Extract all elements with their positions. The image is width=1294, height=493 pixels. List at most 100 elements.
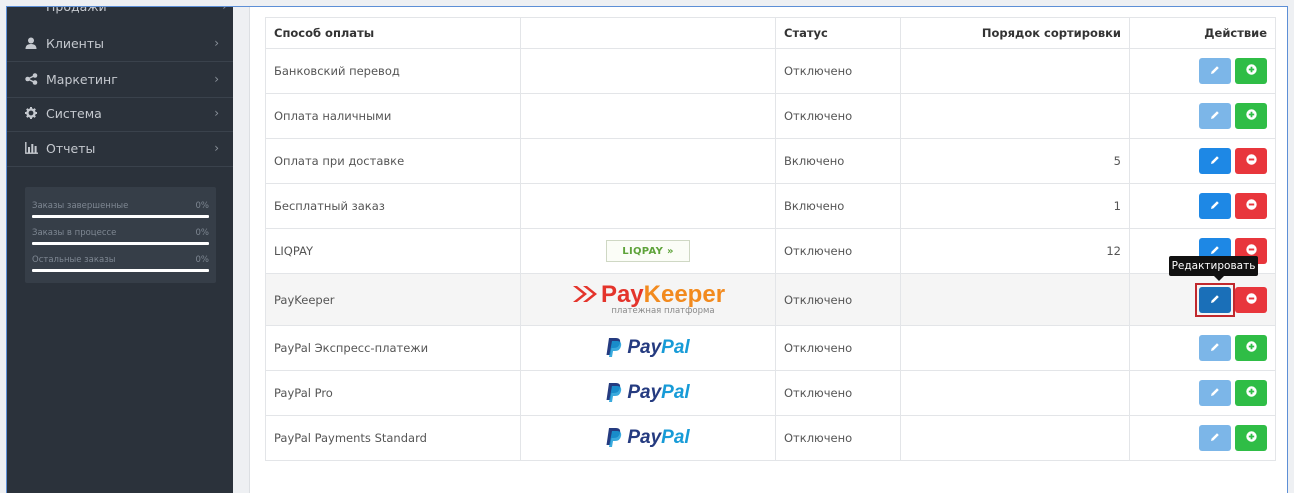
install-button[interactable] xyxy=(1235,380,1267,406)
paypal-logo: PayPal xyxy=(606,337,690,360)
stat-other-orders: Остальные заказы 0% xyxy=(32,255,209,272)
logo-text: Pay xyxy=(600,281,644,308)
paypal-p-icon xyxy=(606,337,622,360)
method-actions xyxy=(1129,325,1276,371)
column-header-status[interactable]: Статус xyxy=(775,17,901,49)
stat-processing-orders: Заказы в процессе 0% xyxy=(32,228,209,245)
chevron-right-icon: › xyxy=(214,36,219,50)
divider xyxy=(7,166,233,167)
double-chevron-icon: » xyxy=(666,245,674,257)
sidebar-item-reports[interactable]: Отчеты › xyxy=(7,130,233,166)
table-row: PayPal Экспресс-платежи PayPal Отключено xyxy=(265,325,1276,371)
double-arrow-icon xyxy=(571,284,601,307)
table-header-row: Способ оплаты Статус Порядок сортировки … xyxy=(265,17,1276,49)
stat-completed-orders: Заказы завершенные 0% xyxy=(32,201,209,218)
user-icon xyxy=(24,37,38,49)
edit-button[interactable] xyxy=(1199,148,1231,174)
stat-value: 0% xyxy=(195,201,210,211)
edit-button[interactable] xyxy=(1195,282,1235,317)
uninstall-button[interactable] xyxy=(1235,193,1267,219)
edit-button[interactable] xyxy=(1199,103,1231,129)
method-sort-order xyxy=(900,415,1130,461)
table-row: Оплата при доставке Включено 5 xyxy=(265,138,1276,184)
method-actions xyxy=(1129,273,1276,326)
method-name: PayPal Payments Standard xyxy=(265,415,521,461)
plus-circle-icon xyxy=(1245,386,1257,400)
column-header-action: Действие xyxy=(1129,17,1276,49)
method-status: Отключено xyxy=(775,228,901,274)
edit-button[interactable] xyxy=(1199,425,1231,451)
method-logo xyxy=(520,138,776,184)
stat-label: Заказы завершенные xyxy=(32,201,129,211)
edit-button[interactable] xyxy=(1199,380,1231,406)
method-status: Отключено xyxy=(775,415,901,461)
method-actions xyxy=(1129,138,1276,184)
logo-text: Pal xyxy=(661,337,690,358)
app-frame: Продажи › Клиенты › Маркетинг › Система … xyxy=(6,6,1288,493)
plus-circle-icon xyxy=(1245,431,1257,445)
logo-text: Pal xyxy=(661,382,690,403)
sidebar: Продажи › Клиенты › Маркетинг › Система … xyxy=(7,7,233,493)
liqpay-logo: LIQPAY » xyxy=(606,240,690,262)
method-name: PayKeeper xyxy=(265,273,521,326)
method-status: Включено xyxy=(775,138,901,184)
uninstall-button[interactable] xyxy=(1235,148,1267,174)
edit-button[interactable] xyxy=(1199,335,1231,361)
install-button[interactable] xyxy=(1235,335,1267,361)
order-stats-panel: Заказы завершенные 0% Заказы в процессе 0%… xyxy=(25,187,216,283)
method-actions xyxy=(1129,48,1276,94)
method-name: Оплата при доставке xyxy=(265,138,521,184)
share-icon xyxy=(24,73,38,85)
pencil-icon xyxy=(1210,293,1220,307)
uninstall-button[interactable] xyxy=(1235,286,1267,313)
gear-icon xyxy=(24,107,38,119)
method-actions xyxy=(1129,415,1276,461)
sidebar-item-marketing[interactable]: Маркетинг › xyxy=(7,61,233,97)
logo-text: Pal xyxy=(661,427,690,448)
method-name: PayPal Экспресс-платежи xyxy=(265,325,521,371)
pencil-icon xyxy=(1210,109,1220,123)
progress-bar xyxy=(32,269,209,272)
table-row: Оплата наличными Отключено xyxy=(265,93,1276,139)
pencil-icon xyxy=(1210,431,1220,445)
sidebar-item-system[interactable]: Система › xyxy=(7,95,233,131)
logo-text: Pay xyxy=(627,337,662,358)
sidebar-item-label: Отчеты xyxy=(46,140,96,156)
sidebar-item-customers[interactable]: Клиенты › xyxy=(7,25,233,61)
table-row: PayPal Payments Standard PayPal Отключен… xyxy=(265,415,1276,461)
logo-text: LIQPAY xyxy=(622,245,664,257)
method-sort-order xyxy=(900,93,1130,139)
payments-panel: Способ оплаты Статус Порядок сортировки … xyxy=(249,7,1287,493)
column-header-method[interactable]: Способ оплаты xyxy=(265,17,521,49)
install-button[interactable] xyxy=(1235,425,1267,451)
stat-value: 0% xyxy=(195,255,210,265)
stat-label: Остальные заказы xyxy=(32,255,116,265)
logo-text: Pay xyxy=(627,382,662,403)
install-button[interactable] xyxy=(1235,58,1267,84)
logo-text: Pay xyxy=(627,427,662,448)
method-sort-order xyxy=(900,273,1130,326)
column-header-logo xyxy=(520,17,776,49)
minus-circle-icon xyxy=(1245,154,1257,168)
pencil-icon xyxy=(1210,64,1220,78)
chevron-right-icon: › xyxy=(214,72,219,86)
method-actions xyxy=(1129,183,1276,229)
method-logo: LIQPAY » xyxy=(520,228,776,274)
paypal-logo: PayPal xyxy=(606,427,690,450)
edit-button[interactable] xyxy=(1199,58,1231,84)
method-name: LIQPAY xyxy=(265,228,521,274)
edit-button[interactable] xyxy=(1199,193,1231,219)
pencil-icon xyxy=(1210,341,1220,355)
method-name: PayPal Pro xyxy=(265,370,521,416)
method-sort-order: 1 xyxy=(900,183,1130,229)
method-name: Банковский перевод xyxy=(265,48,521,94)
install-button[interactable] xyxy=(1235,103,1267,129)
method-name: Бесплатный заказ xyxy=(265,183,521,229)
column-header-sort-order[interactable]: Порядок сортировки xyxy=(900,17,1130,49)
method-logo: PayPal xyxy=(520,325,776,371)
paypal-p-icon xyxy=(606,427,622,450)
bar-chart-icon xyxy=(24,142,38,154)
sidebar-item-sales[interactable]: Продажи › xyxy=(24,7,227,14)
method-status: Отключено xyxy=(775,48,901,94)
paypal-p-icon xyxy=(606,382,622,405)
